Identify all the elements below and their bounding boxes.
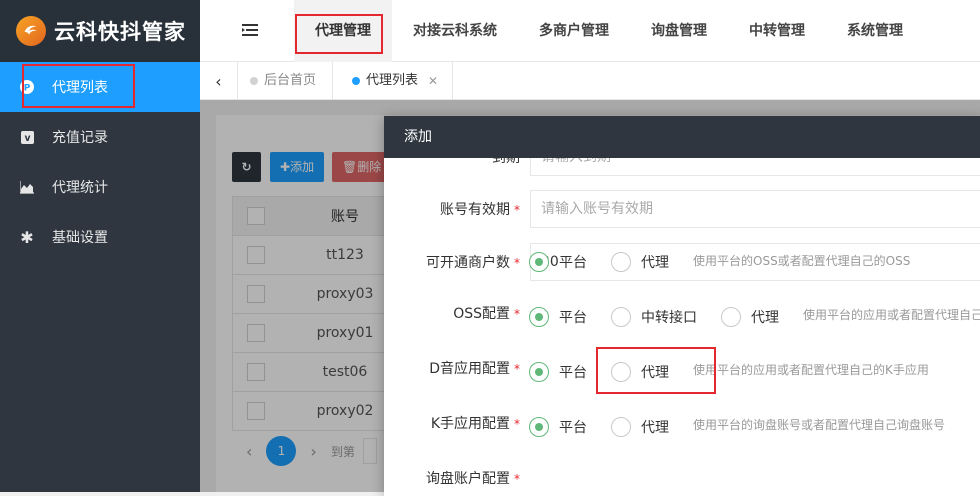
radio-label: 中转接口 bbox=[641, 310, 697, 326]
radio-checked-icon bbox=[529, 307, 549, 327]
dialog-title: 添加 bbox=[384, 116, 980, 158]
top-bar: 代理管理 对接云科系统 多商户管理 询盘管理 中转管理 系统管理 bbox=[200, 0, 980, 62]
field-label-text: D音应用配置 bbox=[429, 361, 510, 377]
required-mark: * bbox=[514, 256, 520, 270]
sidebar-item-label: 代理列表 bbox=[52, 80, 108, 96]
sidebar-item-agent-list[interactable]: P 代理列表 bbox=[0, 62, 200, 112]
sidebar-item-recharge-records[interactable]: v 充值记录 bbox=[0, 112, 200, 162]
field-label-text: K手应用配置 bbox=[430, 416, 510, 432]
field-label: 可开通商户数 * bbox=[384, 252, 524, 272]
field-label: K手应用配置 * bbox=[384, 413, 524, 433]
topnav-inquiry-management[interactable]: 询盘管理 bbox=[630, 0, 728, 62]
inquiry-hint: 使用平台的询盘账号或者配置代理自己询盘账号 bbox=[693, 418, 946, 432]
radio-checked-icon bbox=[529, 362, 549, 382]
svg-text:v: v bbox=[24, 133, 30, 144]
kuaishou-radio-platform[interactable]: 平台 bbox=[529, 362, 587, 382]
kuaishou-radio-agent[interactable]: 代理 bbox=[611, 362, 669, 382]
v-icon: v bbox=[20, 130, 34, 144]
tab-prev-icon[interactable]: ‹ bbox=[200, 62, 238, 100]
field-label: 账号有效期 * bbox=[384, 199, 524, 219]
radio-label: 代理 bbox=[751, 310, 779, 326]
oss-hint: 使用平台的OSS或者配置代理自己的OSS bbox=[693, 254, 911, 268]
required-mark: * bbox=[514, 307, 520, 321]
topnav-yunke-integration[interactable]: 对接云科系统 bbox=[392, 0, 518, 62]
radio-label: 代理 bbox=[641, 420, 669, 436]
tab-agent-list[interactable]: 代理列表 ✕ bbox=[338, 62, 454, 100]
menu-toggle-icon[interactable] bbox=[242, 23, 258, 37]
sidebar-item-label: 基础设置 bbox=[52, 230, 108, 246]
top-nav: 代理管理 对接云科系统 多商户管理 询盘管理 中转管理 系统管理 bbox=[294, 0, 924, 62]
topnav-system-management[interactable]: 系统管理 bbox=[826, 0, 924, 62]
logo-icon bbox=[16, 16, 46, 46]
p-icon: P bbox=[20, 80, 34, 94]
radio-label: 平台 bbox=[559, 255, 587, 271]
required-mark: * bbox=[514, 203, 520, 217]
tab-dot-icon bbox=[352, 77, 360, 85]
account-validity-input[interactable]: 请输入账号有效期 bbox=[530, 190, 980, 228]
radio-label: 代理 bbox=[641, 255, 669, 271]
topnav-relay-management[interactable]: 中转管理 bbox=[728, 0, 826, 62]
add-agent-dialog: 添加 到期 请输入到期 账号有效期* 请输入账号有效期 可开通商户数* 20 O… bbox=[384, 116, 980, 496]
dialog-body: 到期 请输入到期 账号有效期* 请输入账号有效期 可开通商户数* 20 OSS配… bbox=[384, 158, 980, 496]
sidebar-item-basic-settings[interactable]: ✱ 基础设置 bbox=[0, 212, 200, 262]
tab-label: 代理列表 bbox=[366, 73, 419, 88]
required-mark: * bbox=[514, 472, 520, 486]
sidebar-item-label: 充值记录 bbox=[52, 130, 108, 146]
sidebar: 云科快抖管家 P 代理列表 v 充值记录 代理统计 ✱ 基础设置 bbox=[0, 0, 200, 492]
expiry-input[interactable]: 请输入到期 bbox=[530, 158, 980, 176]
topnav-agent-management[interactable]: 代理管理 bbox=[294, 0, 392, 62]
radio-checked-icon bbox=[529, 252, 549, 272]
radio-label: 平台 bbox=[559, 420, 587, 436]
required-mark: * bbox=[514, 417, 520, 431]
svg-text:P: P bbox=[24, 84, 31, 94]
radio-checked-icon bbox=[529, 417, 549, 437]
radio-unchecked-icon bbox=[721, 307, 741, 327]
field-label-text: 可开通商户数 bbox=[426, 255, 510, 271]
radio-label: 平台 bbox=[559, 365, 587, 381]
inquiry-radio-platform[interactable]: 平台 bbox=[529, 417, 587, 437]
field-label: 到期 bbox=[384, 158, 524, 167]
douyin-radio-platform[interactable]: 平台 bbox=[529, 307, 587, 327]
radio-unchecked-icon bbox=[611, 417, 631, 437]
radio-unchecked-icon bbox=[611, 307, 631, 327]
form-row-inquiry-account: 询盘账户配置 * bbox=[384, 458, 980, 496]
field-label-text: 到期 bbox=[492, 158, 520, 166]
area-chart-icon bbox=[20, 180, 34, 194]
field-label-text: 询盘账户配置 bbox=[426, 471, 510, 487]
tab-close-icon[interactable]: ✕ bbox=[428, 62, 438, 100]
sidebar-item-label: 代理统计 bbox=[52, 180, 108, 196]
tab-bar: ‹ 后台首页 代理列表 ✕ bbox=[200, 62, 980, 100]
douyin-hint: 使用平台的应用或者配置代理自己的 bbox=[803, 308, 980, 322]
topnav-multi-merchant[interactable]: 多商户管理 bbox=[518, 0, 630, 62]
required-mark: * bbox=[514, 362, 520, 376]
radio-unchecked-icon bbox=[611, 362, 631, 382]
oss-radio-agent[interactable]: 代理 bbox=[611, 252, 669, 272]
field-label-text: OSS配置 bbox=[453, 306, 510, 322]
field-label: OSS配置 * bbox=[384, 303, 524, 323]
inquiry-radio-agent[interactable]: 代理 bbox=[611, 417, 669, 437]
tab-label: 后台首页 bbox=[264, 73, 317, 88]
field-label: 询盘账户配置 * bbox=[384, 468, 524, 488]
app-logo[interactable]: 云科快抖管家 bbox=[0, 0, 200, 62]
app-title: 云科快抖管家 bbox=[54, 20, 186, 44]
asterisk-icon: ✱ bbox=[20, 227, 34, 247]
form-row-expiry: 到期 请输入到期 bbox=[384, 158, 980, 177]
radio-unchecked-icon bbox=[611, 252, 631, 272]
tab-dot-icon bbox=[250, 77, 258, 85]
douyin-radio-agent[interactable]: 代理 bbox=[721, 307, 779, 327]
kuaishou-hint: 使用平台的应用或者配置代理自己的K手应用 bbox=[693, 363, 929, 377]
oss-radio-platform[interactable]: 平台 bbox=[529, 252, 587, 272]
radio-label: 平台 bbox=[559, 310, 587, 326]
radio-label: 代理 bbox=[641, 365, 669, 381]
douyin-radio-relay[interactable]: 中转接口 bbox=[611, 307, 697, 327]
field-label-text: 账号有效期 bbox=[440, 202, 510, 218]
sidebar-item-agent-stats[interactable]: 代理统计 bbox=[0, 162, 200, 212]
field-label: D音应用配置 * bbox=[384, 358, 524, 378]
form-row-account-validity: 账号有效期 * 请输入账号有效期 bbox=[384, 189, 980, 229]
tab-home[interactable]: 后台首页 bbox=[238, 62, 334, 100]
